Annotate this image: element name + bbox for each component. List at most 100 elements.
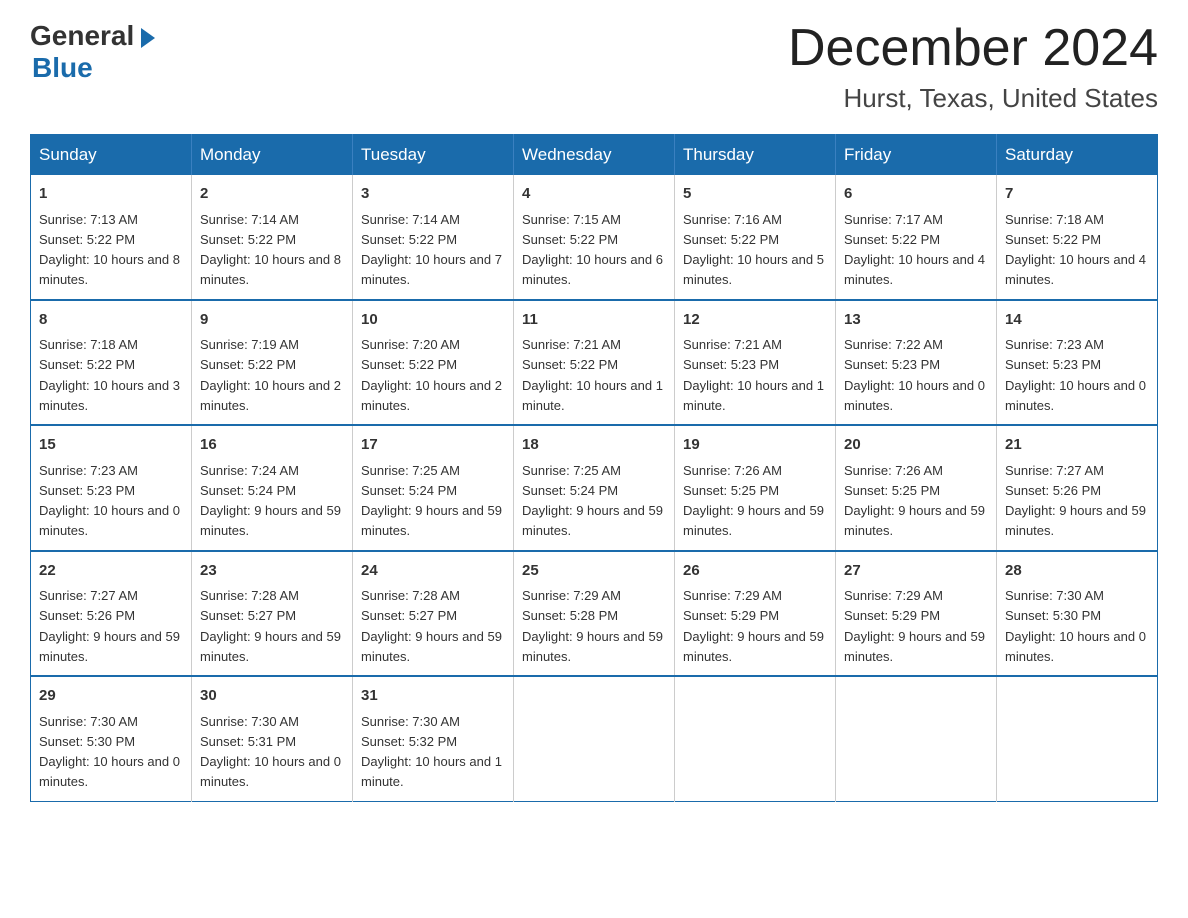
col-sunday: Sunday <box>31 135 192 176</box>
day-info: Sunrise: 7:29 AMSunset: 5:29 PMDaylight:… <box>683 588 824 664</box>
day-info: Sunrise: 7:27 AMSunset: 5:26 PMDaylight:… <box>1005 463 1146 539</box>
day-number: 4 <box>522 183 666 206</box>
table-row: 13 Sunrise: 7:22 AMSunset: 5:23 PMDaylig… <box>836 300 997 426</box>
day-number: 27 <box>844 560 988 583</box>
day-number: 18 <box>522 434 666 457</box>
day-info: Sunrise: 7:23 AMSunset: 5:23 PMDaylight:… <box>1005 337 1146 413</box>
table-row: 19 Sunrise: 7:26 AMSunset: 5:25 PMDaylig… <box>675 425 836 551</box>
day-info: Sunrise: 7:26 AMSunset: 5:25 PMDaylight:… <box>844 463 985 539</box>
day-number: 30 <box>200 685 344 708</box>
day-number: 21 <box>1005 434 1149 457</box>
table-row: 21 Sunrise: 7:27 AMSunset: 5:26 PMDaylig… <box>997 425 1158 551</box>
day-info: Sunrise: 7:14 AMSunset: 5:22 PMDaylight:… <box>200 212 341 288</box>
day-info: Sunrise: 7:28 AMSunset: 5:27 PMDaylight:… <box>361 588 502 664</box>
day-info: Sunrise: 7:30 AMSunset: 5:31 PMDaylight:… <box>200 714 341 790</box>
day-info: Sunrise: 7:24 AMSunset: 5:24 PMDaylight:… <box>200 463 341 539</box>
table-row: 2 Sunrise: 7:14 AMSunset: 5:22 PMDayligh… <box>192 175 353 300</box>
logo-general-text: General <box>30 20 134 52</box>
table-row: 17 Sunrise: 7:25 AMSunset: 5:24 PMDaylig… <box>353 425 514 551</box>
col-saturday: Saturday <box>997 135 1158 176</box>
table-row: 5 Sunrise: 7:16 AMSunset: 5:22 PMDayligh… <box>675 175 836 300</box>
table-row: 1 Sunrise: 7:13 AMSunset: 5:22 PMDayligh… <box>31 175 192 300</box>
day-info: Sunrise: 7:30 AMSunset: 5:32 PMDaylight:… <box>361 714 502 790</box>
table-row: 12 Sunrise: 7:21 AMSunset: 5:23 PMDaylig… <box>675 300 836 426</box>
table-row: 24 Sunrise: 7:28 AMSunset: 5:27 PMDaylig… <box>353 551 514 677</box>
table-row: 31 Sunrise: 7:30 AMSunset: 5:32 PMDaylig… <box>353 676 514 801</box>
day-info: Sunrise: 7:30 AMSunset: 5:30 PMDaylight:… <box>39 714 180 790</box>
table-row: 7 Sunrise: 7:18 AMSunset: 5:22 PMDayligh… <box>997 175 1158 300</box>
week-row-4: 22 Sunrise: 7:27 AMSunset: 5:26 PMDaylig… <box>31 551 1158 677</box>
day-info: Sunrise: 7:14 AMSunset: 5:22 PMDaylight:… <box>361 212 502 288</box>
day-info: Sunrise: 7:25 AMSunset: 5:24 PMDaylight:… <box>522 463 663 539</box>
day-info: Sunrise: 7:22 AMSunset: 5:23 PMDaylight:… <box>844 337 985 413</box>
table-row <box>514 676 675 801</box>
table-row: 20 Sunrise: 7:26 AMSunset: 5:25 PMDaylig… <box>836 425 997 551</box>
table-row <box>675 676 836 801</box>
day-number: 5 <box>683 183 827 206</box>
table-row: 22 Sunrise: 7:27 AMSunset: 5:26 PMDaylig… <box>31 551 192 677</box>
day-info: Sunrise: 7:21 AMSunset: 5:22 PMDaylight:… <box>522 337 663 413</box>
day-number: 29 <box>39 685 183 708</box>
table-row: 29 Sunrise: 7:30 AMSunset: 5:30 PMDaylig… <box>31 676 192 801</box>
table-row: 27 Sunrise: 7:29 AMSunset: 5:29 PMDaylig… <box>836 551 997 677</box>
day-number: 19 <box>683 434 827 457</box>
day-number: 23 <box>200 560 344 583</box>
col-monday: Monday <box>192 135 353 176</box>
table-row: 6 Sunrise: 7:17 AMSunset: 5:22 PMDayligh… <box>836 175 997 300</box>
day-number: 26 <box>683 560 827 583</box>
calendar-header-row: Sunday Monday Tuesday Wednesday Thursday… <box>31 135 1158 176</box>
logo-triangle-icon <box>141 28 155 48</box>
table-row: 15 Sunrise: 7:23 AMSunset: 5:23 PMDaylig… <box>31 425 192 551</box>
day-number: 8 <box>39 309 183 332</box>
table-row: 4 Sunrise: 7:15 AMSunset: 5:22 PMDayligh… <box>514 175 675 300</box>
page-header: General Blue December 2024 Hurst, Texas,… <box>30 20 1158 114</box>
day-number: 10 <box>361 309 505 332</box>
day-info: Sunrise: 7:18 AMSunset: 5:22 PMDaylight:… <box>1005 212 1146 288</box>
day-info: Sunrise: 7:13 AMSunset: 5:22 PMDaylight:… <box>39 212 180 288</box>
day-info: Sunrise: 7:17 AMSunset: 5:22 PMDaylight:… <box>844 212 985 288</box>
day-number: 11 <box>522 309 666 332</box>
calendar-table: Sunday Monday Tuesday Wednesday Thursday… <box>30 134 1158 802</box>
day-info: Sunrise: 7:29 AMSunset: 5:28 PMDaylight:… <box>522 588 663 664</box>
day-number: 14 <box>1005 309 1149 332</box>
col-thursday: Thursday <box>675 135 836 176</box>
table-row: 3 Sunrise: 7:14 AMSunset: 5:22 PMDayligh… <box>353 175 514 300</box>
week-row-1: 1 Sunrise: 7:13 AMSunset: 5:22 PMDayligh… <box>31 175 1158 300</box>
day-number: 7 <box>1005 183 1149 206</box>
calendar-title-block: December 2024 Hurst, Texas, United State… <box>788 20 1158 114</box>
table-row: 26 Sunrise: 7:29 AMSunset: 5:29 PMDaylig… <box>675 551 836 677</box>
day-info: Sunrise: 7:29 AMSunset: 5:29 PMDaylight:… <box>844 588 985 664</box>
day-info: Sunrise: 7:21 AMSunset: 5:23 PMDaylight:… <box>683 337 824 413</box>
day-info: Sunrise: 7:18 AMSunset: 5:22 PMDaylight:… <box>39 337 180 413</box>
table-row: 30 Sunrise: 7:30 AMSunset: 5:31 PMDaylig… <box>192 676 353 801</box>
day-info: Sunrise: 7:26 AMSunset: 5:25 PMDaylight:… <box>683 463 824 539</box>
day-info: Sunrise: 7:19 AMSunset: 5:22 PMDaylight:… <box>200 337 341 413</box>
table-row: 9 Sunrise: 7:19 AMSunset: 5:22 PMDayligh… <box>192 300 353 426</box>
day-number: 25 <box>522 560 666 583</box>
table-row <box>836 676 997 801</box>
table-row <box>997 676 1158 801</box>
table-row: 11 Sunrise: 7:21 AMSunset: 5:22 PMDaylig… <box>514 300 675 426</box>
day-number: 17 <box>361 434 505 457</box>
day-info: Sunrise: 7:28 AMSunset: 5:27 PMDaylight:… <box>200 588 341 664</box>
day-info: Sunrise: 7:23 AMSunset: 5:23 PMDaylight:… <box>39 463 180 539</box>
week-row-5: 29 Sunrise: 7:30 AMSunset: 5:30 PMDaylig… <box>31 676 1158 801</box>
day-number: 6 <box>844 183 988 206</box>
col-friday: Friday <box>836 135 997 176</box>
day-number: 15 <box>39 434 183 457</box>
day-info: Sunrise: 7:20 AMSunset: 5:22 PMDaylight:… <box>361 337 502 413</box>
calendar-subtitle: Hurst, Texas, United States <box>788 83 1158 114</box>
table-row: 18 Sunrise: 7:25 AMSunset: 5:24 PMDaylig… <box>514 425 675 551</box>
day-number: 28 <box>1005 560 1149 583</box>
day-number: 16 <box>200 434 344 457</box>
table-row: 8 Sunrise: 7:18 AMSunset: 5:22 PMDayligh… <box>31 300 192 426</box>
day-number: 12 <box>683 309 827 332</box>
col-tuesday: Tuesday <box>353 135 514 176</box>
day-info: Sunrise: 7:15 AMSunset: 5:22 PMDaylight:… <box>522 212 663 288</box>
day-number: 9 <box>200 309 344 332</box>
day-number: 24 <box>361 560 505 583</box>
day-number: 20 <box>844 434 988 457</box>
day-number: 3 <box>361 183 505 206</box>
week-row-3: 15 Sunrise: 7:23 AMSunset: 5:23 PMDaylig… <box>31 425 1158 551</box>
week-row-2: 8 Sunrise: 7:18 AMSunset: 5:22 PMDayligh… <box>31 300 1158 426</box>
